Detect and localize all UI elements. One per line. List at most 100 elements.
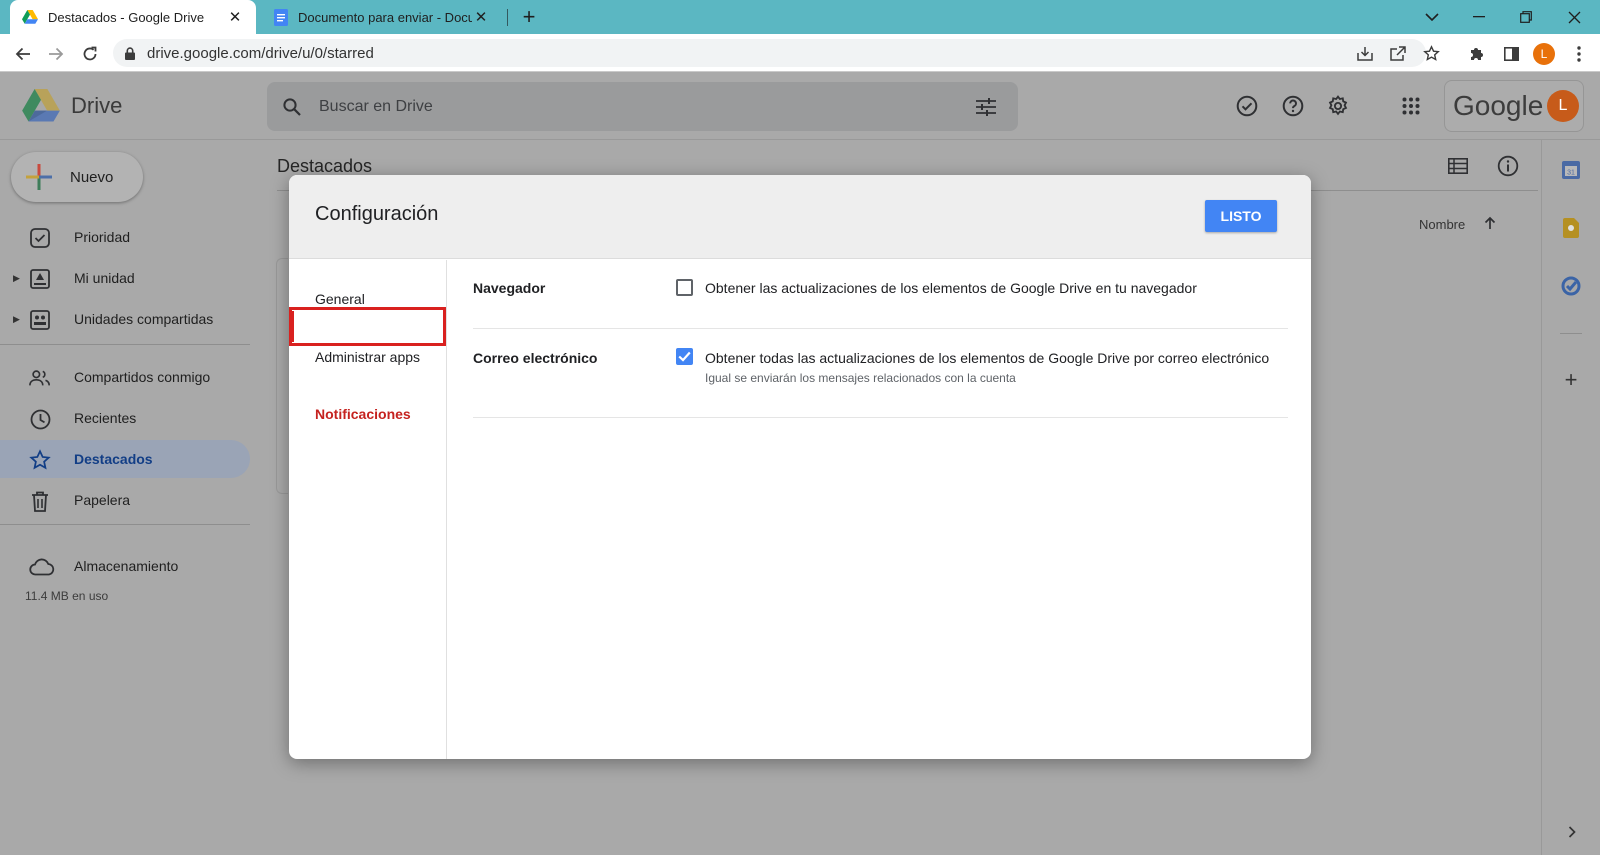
sort-arrow-up-icon[interactable]	[1481, 214, 1499, 232]
google-drive-icon	[22, 10, 38, 24]
sidebar-item-label: Papelera	[74, 492, 131, 508]
side-panel-rail	[1541, 140, 1600, 855]
browser-tab-strip: Destacados - Google Drive ✕ Documento pa…	[0, 0, 1600, 34]
settings-nav-administrar-apps[interactable]: Administrar apps	[315, 349, 420, 365]
side-panel-icon[interactable]	[1500, 43, 1522, 65]
close-window-icon[interactable]	[1565, 8, 1583, 26]
restore-window-icon[interactable]	[1517, 8, 1535, 26]
back-arrow-icon[interactable]	[12, 43, 34, 65]
tab-title: Documento para enviar - Docum	[298, 9, 472, 25]
clock-icon	[29, 408, 51, 430]
sidebar-item-label: Recientes	[74, 410, 137, 426]
section-label-correo: Correo electrónico	[473, 350, 598, 366]
content-card	[276, 258, 288, 494]
storage-usage: 11.4 MB en uso	[25, 589, 109, 603]
dialog-title: Configuración	[315, 203, 439, 225]
sidebar-item-label: Destacados	[74, 451, 153, 467]
lock-icon	[125, 46, 135, 60]
done-button[interactable]: LISTO	[1205, 200, 1277, 232]
sidebar-item-label: Unidades compartidas	[74, 311, 214, 327]
sidebar-item-unidades-compartidas[interactable]: ▶ Unidades compartidas	[0, 300, 250, 338]
reload-icon[interactable]	[79, 43, 101, 65]
people-icon	[29, 367, 51, 389]
new-button-label: Nuevo	[70, 168, 114, 186]
search-bar[interactable]: Buscar en Drive	[267, 82, 1018, 131]
share-icon[interactable]	[1389, 44, 1407, 62]
browser-toolbar: drive.google.com/drive/u/0/starred L	[0, 34, 1600, 72]
browser-notifications-checkbox[interactable]	[676, 279, 693, 296]
check-icon	[678, 351, 691, 362]
sidebar-item-label: Almacenamiento	[74, 558, 179, 574]
product-name: Drive	[71, 93, 123, 118]
star-icon	[29, 449, 51, 471]
close-tab-icon[interactable]: ✕	[226, 8, 244, 26]
sidebar-item-mi-unidad[interactable]: ▶ Mi unidad	[0, 259, 250, 297]
keep-icon[interactable]	[1561, 218, 1581, 238]
forward-arrow-icon[interactable]	[45, 43, 67, 65]
settings-gear-icon[interactable]	[1325, 93, 1351, 119]
section-label-navegador: Navegador	[473, 280, 546, 296]
email-notifications-label[interactable]: Obtener todas las actualizaciones de los…	[705, 350, 1269, 366]
plus-multicolor-icon	[26, 164, 52, 190]
account-switcher[interactable]: Google L	[1444, 80, 1584, 132]
expand-arrow-icon[interactable]: ▶	[13, 314, 20, 325]
tasks-icon[interactable]	[1561, 276, 1581, 296]
calendar-icon[interactable]: 31	[1561, 160, 1581, 180]
more-vert-icon[interactable]	[1572, 43, 1586, 65]
settings-nav-notificaciones[interactable]: Notificaciones	[315, 406, 411, 422]
rail-divider	[1560, 333, 1582, 334]
install-app-icon[interactable]	[1356, 44, 1374, 62]
close-tab-icon[interactable]: ✕	[472, 8, 490, 26]
new-button[interactable]: Nuevo	[11, 152, 143, 202]
help-icon[interactable]	[1280, 93, 1306, 119]
sidebar-item-recientes[interactable]: Recientes	[0, 399, 250, 437]
address-bar[interactable]: drive.google.com/drive/u/0/starred	[113, 39, 1440, 67]
sidebar-divider	[0, 344, 250, 345]
url-text: drive.google.com/drive/u/0/starred	[147, 44, 374, 62]
email-notifications-checkbox[interactable]	[676, 348, 693, 365]
list-view-icon[interactable]	[1445, 153, 1471, 179]
browser-tab[interactable]: Documento para enviar - Docum ✕	[262, 0, 502, 34]
extensions-puzzle-icon[interactable]	[1466, 43, 1488, 65]
info-icon[interactable]	[1495, 153, 1521, 179]
expand-arrow-icon[interactable]: ▶	[13, 273, 20, 284]
search-input[interactable]: Buscar en Drive	[319, 98, 976, 116]
account-avatar[interactable]: L	[1547, 90, 1579, 122]
shared-drives-icon	[29, 309, 51, 331]
sidebar-item-prioridad[interactable]: Prioridad	[0, 218, 250, 256]
cloud-icon	[29, 556, 55, 578]
section-divider	[473, 328, 1288, 329]
search-icon[interactable]	[283, 97, 301, 116]
tab-separator	[507, 9, 508, 26]
sidebar-divider	[0, 524, 250, 525]
search-options-tune-icon[interactable]	[976, 97, 996, 116]
dialog-header: Configuración LISTO	[289, 175, 1311, 259]
offline-ready-icon[interactable]	[1234, 93, 1260, 119]
settings-nav-general[interactable]: General	[315, 291, 365, 307]
sidebar-item-almacenamiento[interactable]: Almacenamiento	[0, 547, 250, 585]
sidebar-item-papelera[interactable]: Papelera	[0, 481, 250, 519]
page-title: Destacados	[277, 156, 373, 176]
my-drive-icon	[29, 268, 51, 290]
drive-logo-icon[interactable]	[22, 89, 60, 122]
email-notifications-note: Igual se enviarán los mensajes relaciona…	[705, 371, 1016, 385]
minimize-icon[interactable]	[1470, 8, 1488, 26]
browser-profile-avatar[interactable]: L	[1533, 43, 1555, 65]
new-tab-plus-icon[interactable]: +	[519, 4, 539, 29]
add-addon-plus-icon[interactable]: +	[1561, 367, 1581, 392]
sort-label[interactable]: Nombre	[1419, 217, 1465, 232]
tab-title: Destacados - Google Drive	[48, 9, 205, 25]
svg-text:31: 31	[1567, 170, 1575, 177]
chevron-right-icon[interactable]	[1565, 824, 1579, 840]
sidebar-item-destacados[interactable]: Destacados	[0, 440, 250, 478]
sidebar-item-label: Mi unidad	[74, 270, 135, 286]
bookmark-star-icon[interactable]	[1421, 43, 1441, 63]
section-divider	[473, 417, 1288, 418]
browser-notifications-label[interactable]: Obtener las actualizaciones de los eleme…	[705, 280, 1197, 296]
chevron-down-icon[interactable]	[1423, 8, 1441, 26]
browser-tab-active[interactable]: Destacados - Google Drive ✕	[10, 0, 256, 34]
apps-grid-icon[interactable]	[1399, 94, 1423, 118]
sidebar-item-label: Prioridad	[74, 229, 131, 245]
sidebar-item-compartidos-conmigo[interactable]: Compartidos conmigo	[0, 358, 250, 396]
settings-dialog: Configuración LISTO General Notificacion…	[289, 175, 1311, 759]
